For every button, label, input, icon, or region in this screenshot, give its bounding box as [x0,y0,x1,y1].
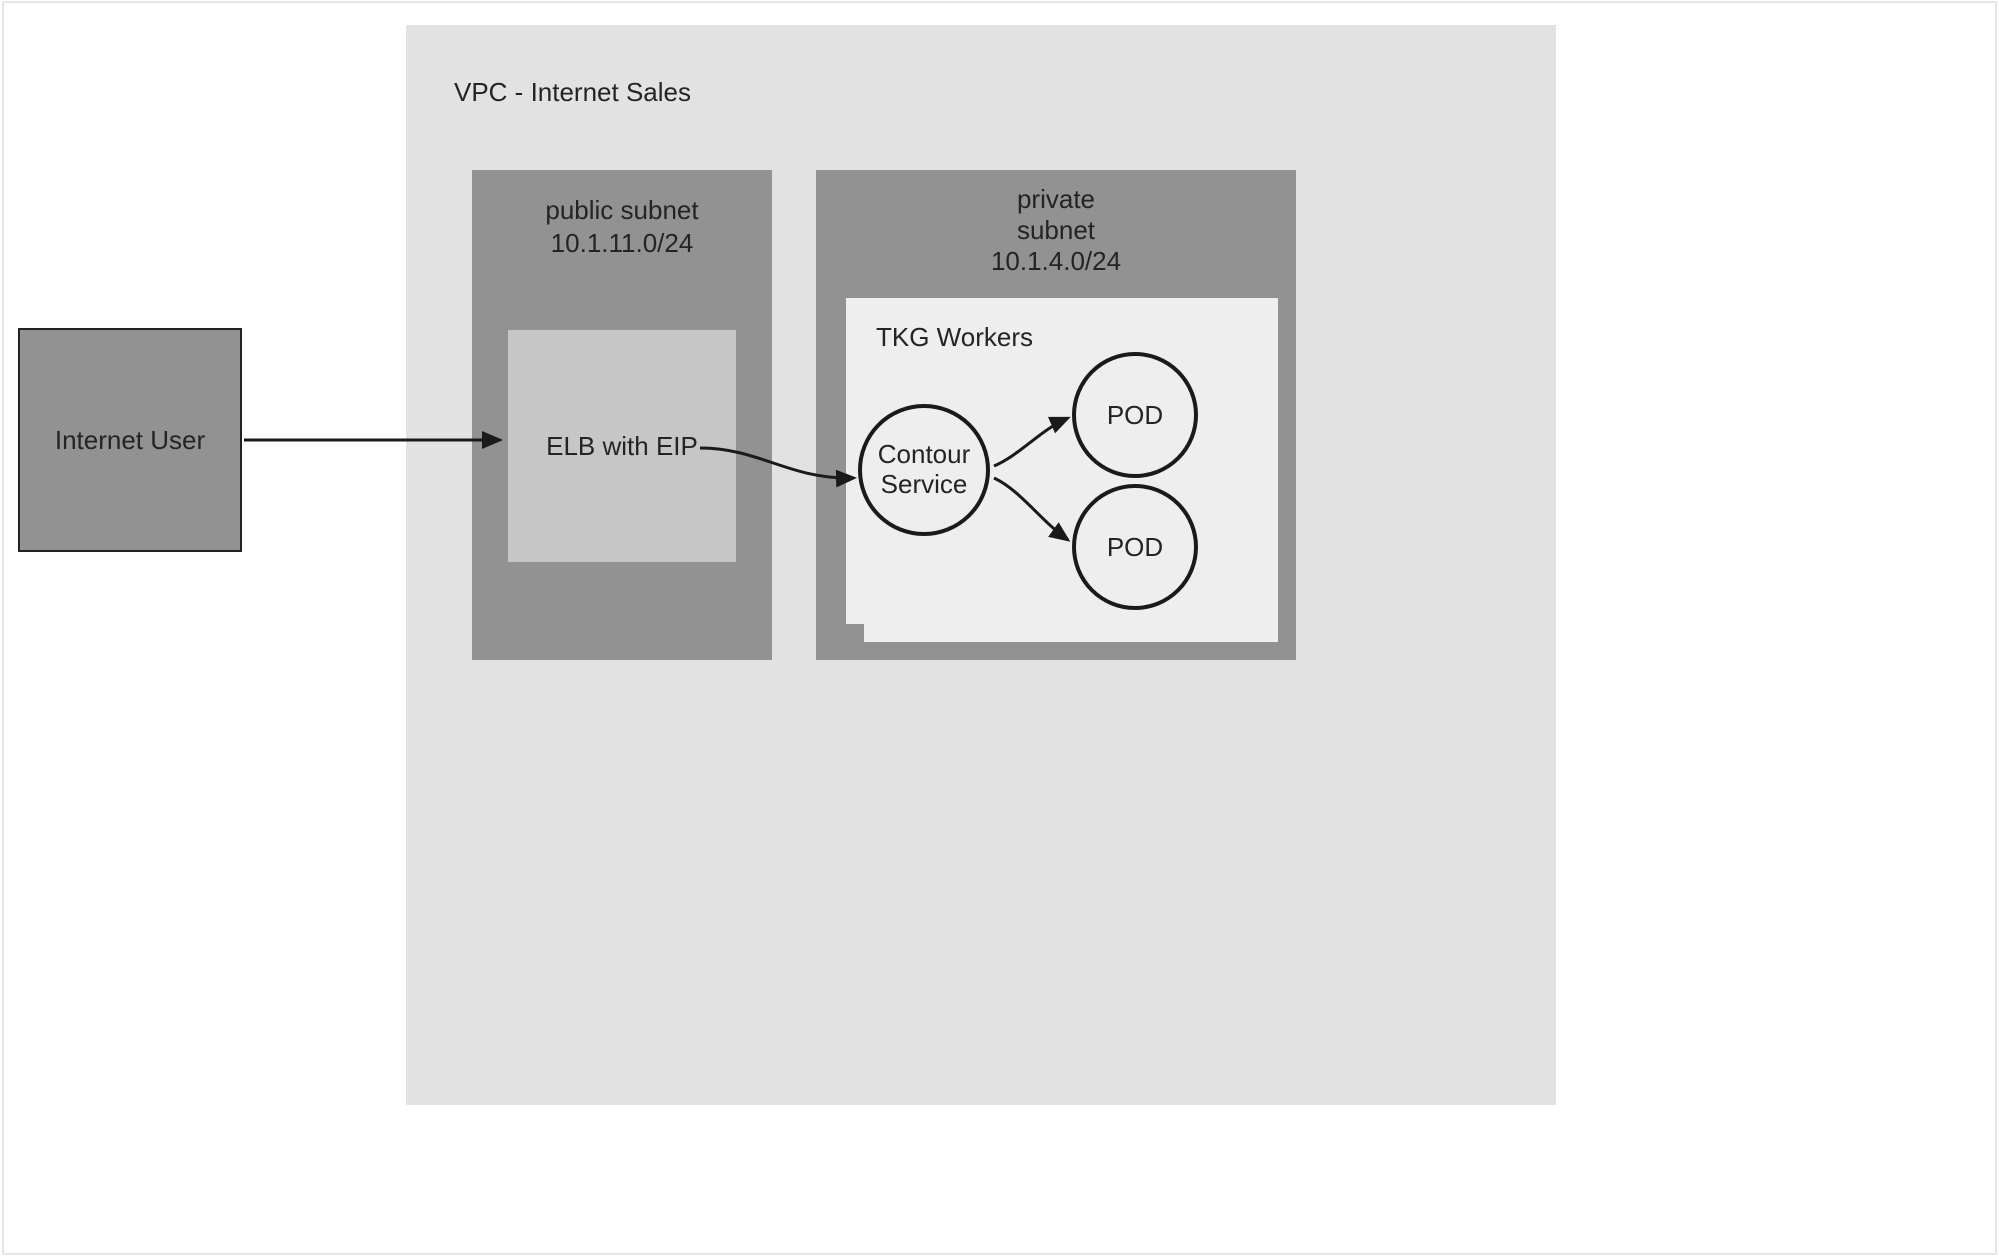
private-subnet-title2: subnet [816,215,1296,246]
pod1-label: POD [1107,400,1163,431]
tkg-workers-title: TKG Workers [876,322,1033,353]
internet-user-box: Internet User [18,328,242,552]
elb-box: ELB with EIP [508,330,736,562]
architecture-diagram: Internet User VPC - Internet Sales publi… [0,0,1999,1257]
private-subnet-title1: private [816,184,1296,215]
vpc-title: VPC - Internet Sales [454,77,691,108]
pod2-label: POD [1107,532,1163,563]
public-subnet-title: public subnet [472,194,772,227]
contour-service-node: Contour Service [858,404,990,536]
private-subnet-cidr: 10.1.4.0/24 [816,246,1296,277]
pod-node-1: POD [1072,352,1198,478]
elb-label: ELB with EIP [546,431,698,462]
public-subnet-cidr: 10.1.11.0/24 [472,227,772,260]
contour-line1: Contour [878,440,971,470]
contour-line2: Service [881,470,968,500]
internet-user-label: Internet User [55,425,205,456]
pod-node-2: POD [1072,484,1198,610]
